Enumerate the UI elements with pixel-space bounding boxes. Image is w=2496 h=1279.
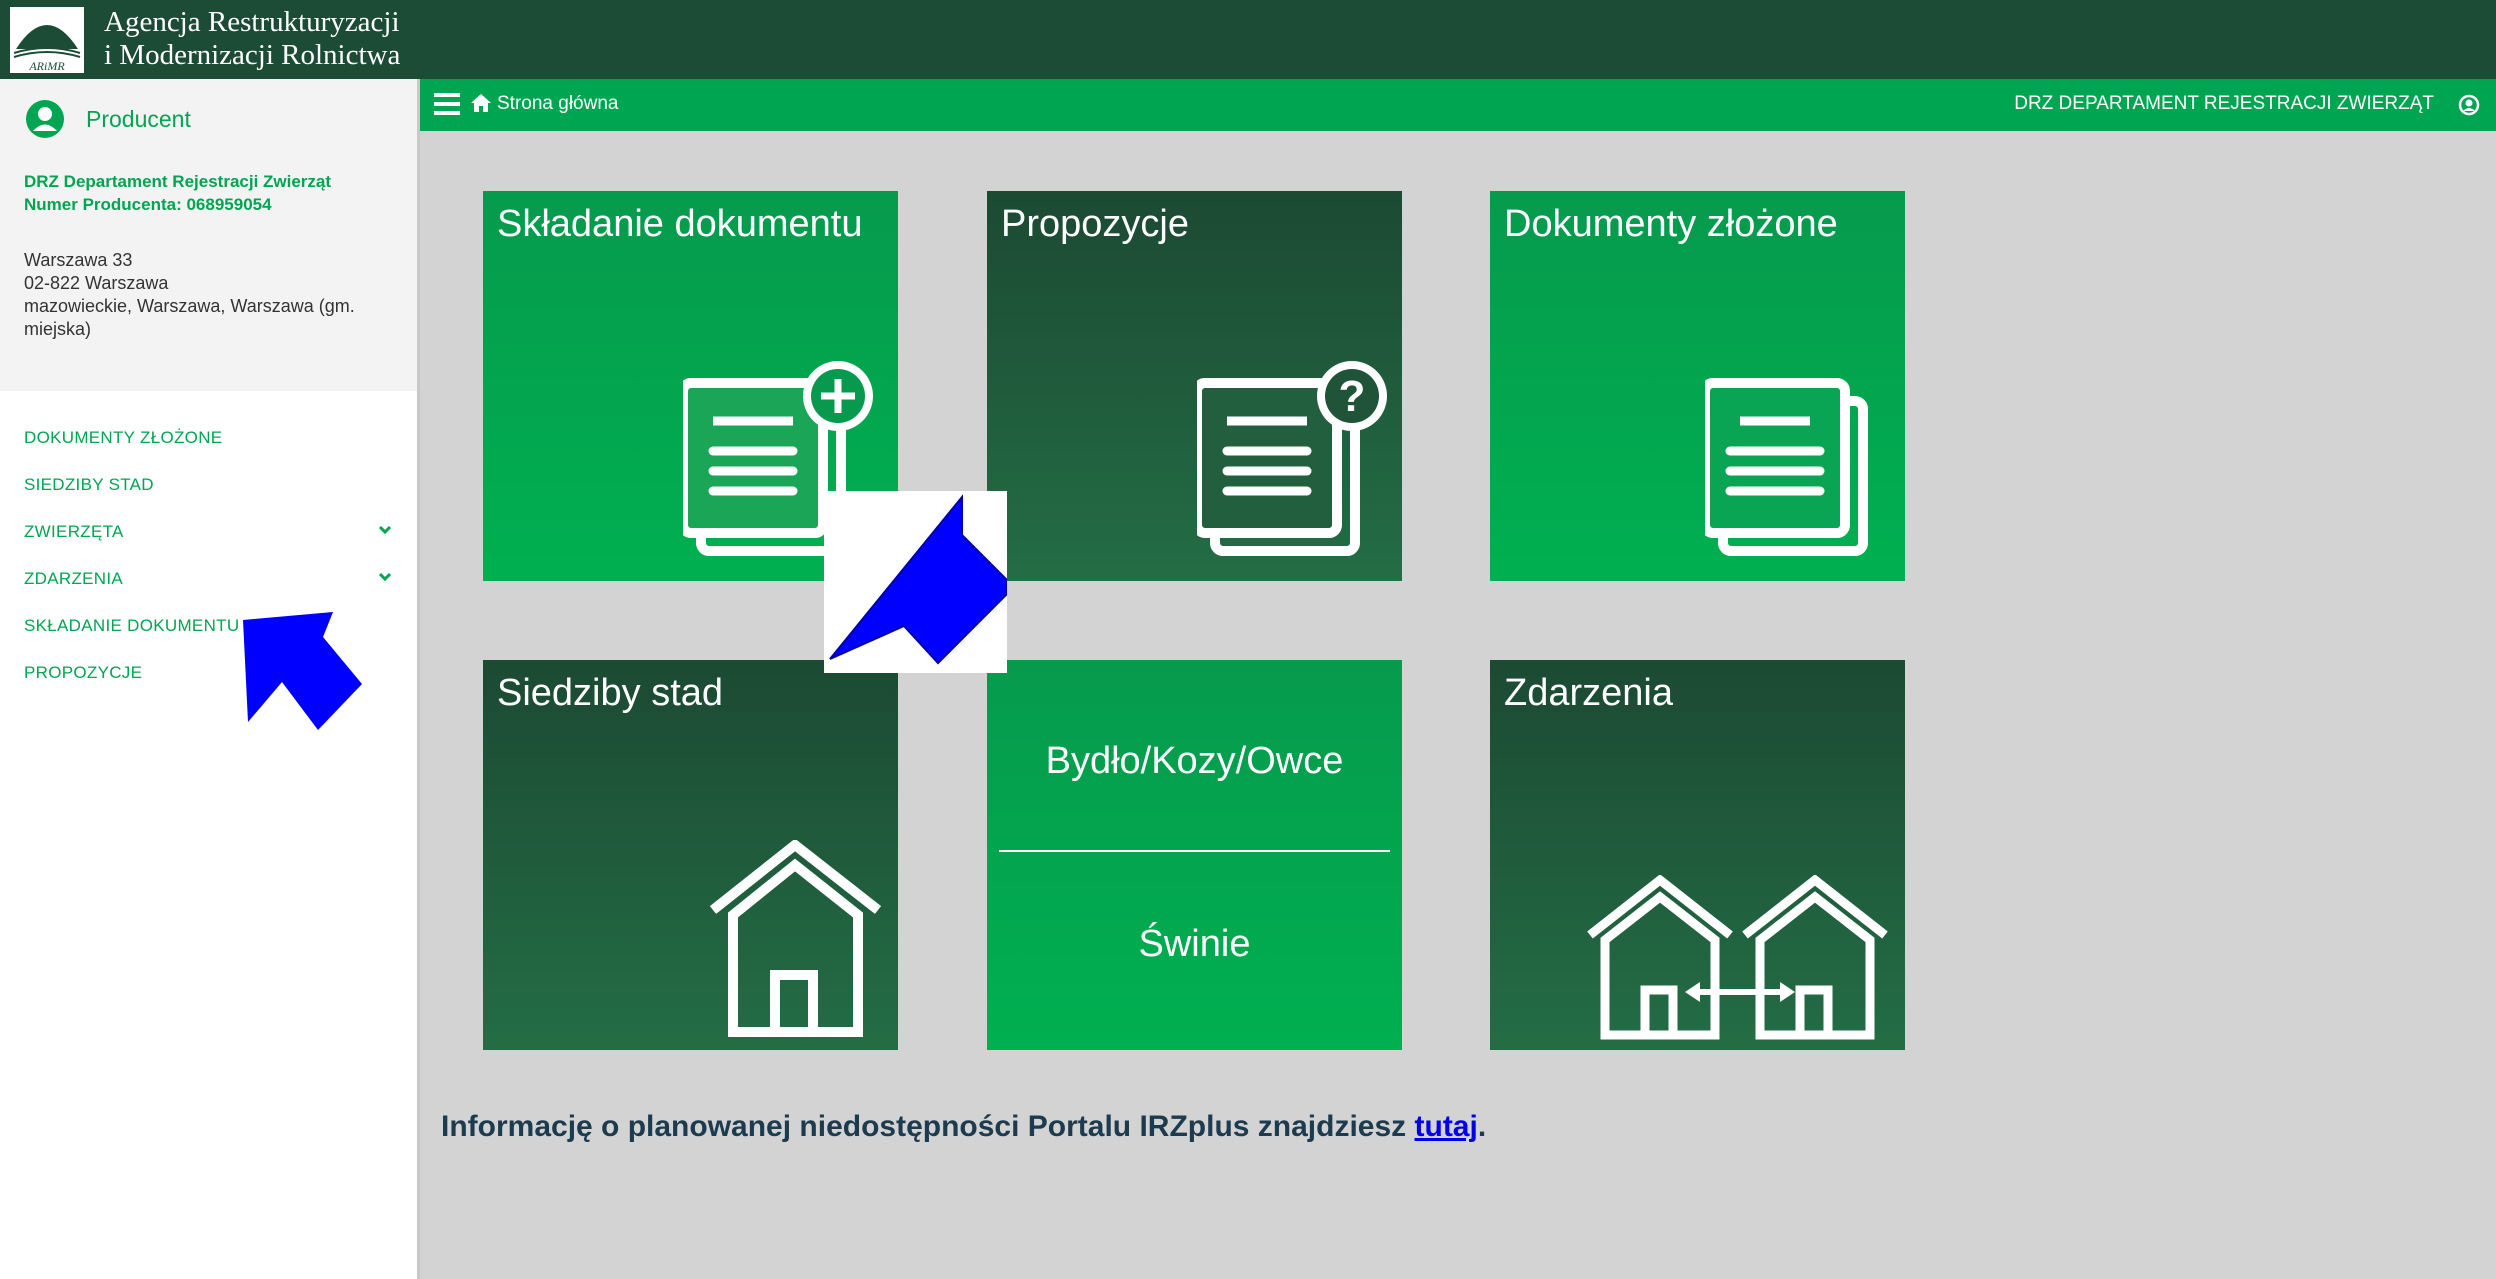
annotation-arrow-small	[243, 612, 362, 730]
tile-gatunki: Bydło/Kozy/Owce Świnie	[987, 660, 1402, 1050]
arimr-logo[interactable]: ARiMR	[8, 5, 86, 75]
chevron-down-icon	[378, 525, 392, 535]
annotation-arrow-large	[824, 491, 1007, 673]
home-link[interactable]: Strona główna	[497, 93, 618, 115]
tile-bydlo-kozy-owce[interactable]: Bydło/Kozy/Owce	[987, 740, 1402, 783]
hamburger-menu-icon[interactable]	[434, 93, 460, 115]
producer-profile: Producent DRZ Departament Rejestracji Zw…	[0, 79, 417, 391]
tile-siedziby-stad[interactable]: Siedziby stad	[483, 660, 898, 1050]
sidebar-item-label: ZDARZENIA	[24, 569, 124, 588]
agency-name-line1: Agencja Restrukturyzacji	[104, 6, 400, 38]
agency-name: Agencja Restrukturyzacji i Modernizacji …	[104, 6, 400, 72]
producer-number: Numer Producenta: 068959054	[24, 195, 272, 214]
sidebar-item-siedziby-stad[interactable]: SIEDZIBY STAD	[0, 461, 417, 508]
tile-title: Siedziby stad	[497, 672, 724, 714]
tile-divider	[999, 850, 1390, 852]
home-icon[interactable]	[470, 92, 492, 114]
notice-suffix: .	[1477, 1110, 1487, 1143]
notice-text: Informację o planowanej niedostępności P…	[441, 1110, 1415, 1143]
sidebar-item-label: ZWIERZĘTA	[24, 522, 124, 541]
chevron-down-icon	[378, 572, 392, 582]
sidebar-item-zdarzenia[interactable]: ZDARZENIA	[0, 555, 417, 602]
tile-title: Propozycje	[1001, 203, 1189, 245]
producer-name: DRZ Departament Rejestracji Zwierząt	[24, 172, 332, 191]
navbar: Strona główna DRZ DEPARTAMENT REJESTRACJ…	[420, 79, 2496, 131]
tile-title: Składanie dokumentu	[497, 203, 863, 245]
user-profile-icon	[26, 100, 64, 138]
main-content: Składanie dokumentu Propozycje ? Dokumen…	[420, 131, 2496, 1279]
address-line2: 02-822 Warszawa	[24, 273, 169, 293]
tile-propozycje[interactable]: Propozycje ?	[987, 191, 1402, 581]
maintenance-notice: Informację o planowanej niedostępności P…	[441, 1110, 1486, 1144]
address-line1: Warszawa 33	[24, 250, 133, 270]
svg-text:?: ?	[1339, 372, 1366, 421]
user-account-icon[interactable]	[2458, 94, 2480, 116]
agency-name-line2: i Modernizacji Rolnictwa	[104, 39, 401, 71]
sidebar-item-dokumenty-zlozone[interactable]: DOKUMENTY ZŁOŻONE	[0, 414, 417, 461]
tile-swinie[interactable]: Świnie	[987, 923, 1402, 966]
address-line3: mazowieckie, Warszawa, Warszawa (gm. mie…	[24, 296, 355, 339]
profile-title: Producent	[86, 106, 191, 132]
tile-zdarzenia[interactable]: Zdarzenia	[1490, 660, 1905, 1050]
house-icon	[709, 840, 882, 1037]
tile-title: Zdarzenia	[1504, 672, 1673, 714]
sidebar-item-zwierzeta[interactable]: ZWIERZĘTA	[0, 508, 417, 555]
department-name: DRZ DEPARTAMENT REJESTRACJI ZWIERZĄT	[2014, 93, 2434, 114]
logo-abbr: ARiMR	[28, 59, 65, 73]
tile-title: Dokumenty złożone	[1504, 203, 1838, 245]
documents-icon	[1705, 378, 1868, 556]
house-transfer-icon	[1587, 875, 1888, 1040]
top-header: ARiMR Agencja Restrukturyzacji i Moderni…	[0, 0, 2496, 79]
notice-link[interactable]: tutaj	[1415, 1110, 1478, 1143]
tile-dokumenty-zlozone[interactable]: Dokumenty złożone	[1490, 191, 1905, 581]
document-question-icon: ?	[1197, 361, 1387, 556]
